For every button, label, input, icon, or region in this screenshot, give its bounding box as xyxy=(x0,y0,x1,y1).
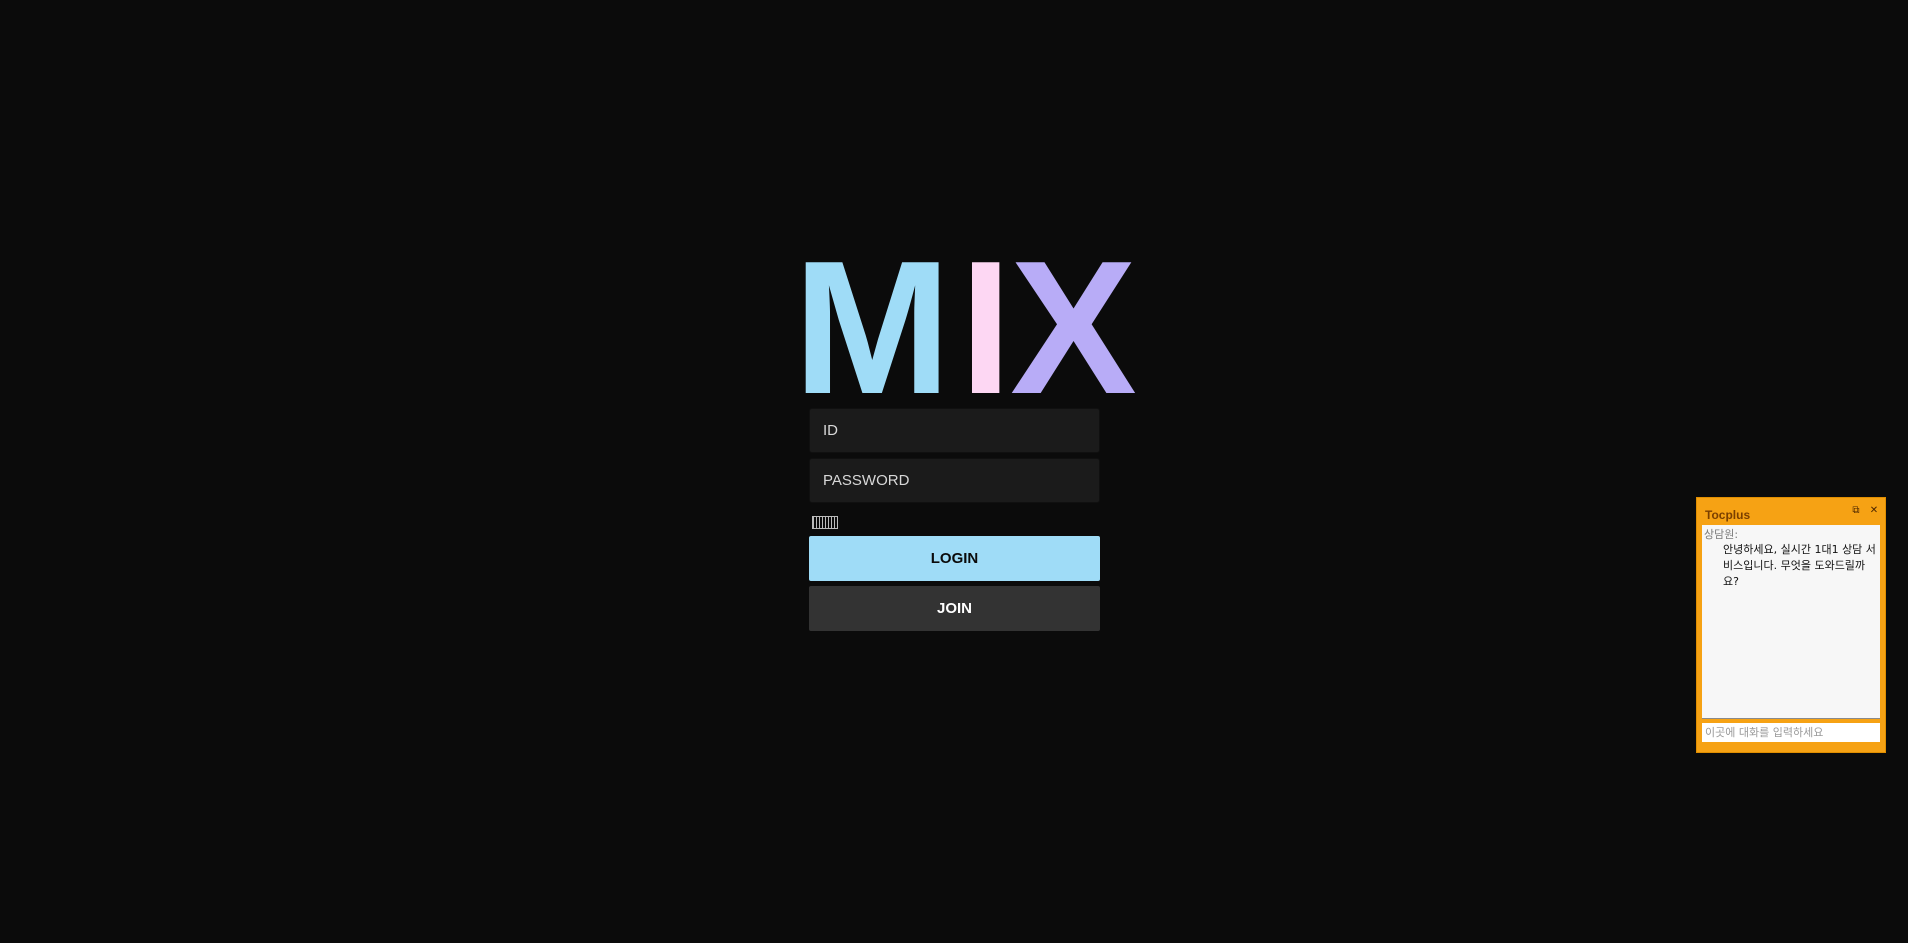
chat-header: Tocplus ⧉ ✕ xyxy=(1697,498,1885,526)
chat-messages: 상담원: 안녕하세요, 실시간 1대1 상담 서비스입니다. 무엇을 도와드릴까… xyxy=(1702,525,1880,719)
join-button[interactable]: JOIN xyxy=(809,586,1100,631)
close-icon[interactable]: ✕ xyxy=(1869,506,1879,516)
login-page: M I X LOGIN JOIN Tocplus ⧉ ✕ 상담원: 안녕하세요,… xyxy=(0,0,1908,943)
logo-letter-x: X xyxy=(1010,222,1137,434)
id-field-wrap xyxy=(809,408,1100,453)
mix-logo: M I X xyxy=(793,222,1137,434)
chat-sender: 상담원: xyxy=(1704,528,1739,541)
password-field-wrap xyxy=(809,458,1100,503)
chat-controls: ⧉ ✕ xyxy=(1851,506,1879,516)
chat-title: Tocplus xyxy=(1705,508,1751,522)
login-form: LOGIN JOIN xyxy=(809,408,1100,631)
logo-letter-m: M xyxy=(793,222,951,434)
minimize-icon[interactable]: ⧉ xyxy=(1851,506,1861,516)
chat-input[interactable] xyxy=(1702,723,1880,742)
virtual-keyboard-row xyxy=(809,508,1100,536)
chat-message: 안녕하세요, 실시간 1대1 상담 서비스입니다. 무엇을 도와드릴까요? xyxy=(1723,543,1876,588)
login-button[interactable]: LOGIN xyxy=(809,536,1100,581)
keyboard-icon[interactable] xyxy=(812,515,838,529)
logo-letter-i: I xyxy=(959,222,1012,434)
chat-widget: Tocplus ⧉ ✕ 상담원: 안녕하세요, 실시간 1대1 상담 서비스입니… xyxy=(1696,497,1886,753)
id-input[interactable] xyxy=(823,409,1099,452)
password-input[interactable] xyxy=(823,459,1099,502)
